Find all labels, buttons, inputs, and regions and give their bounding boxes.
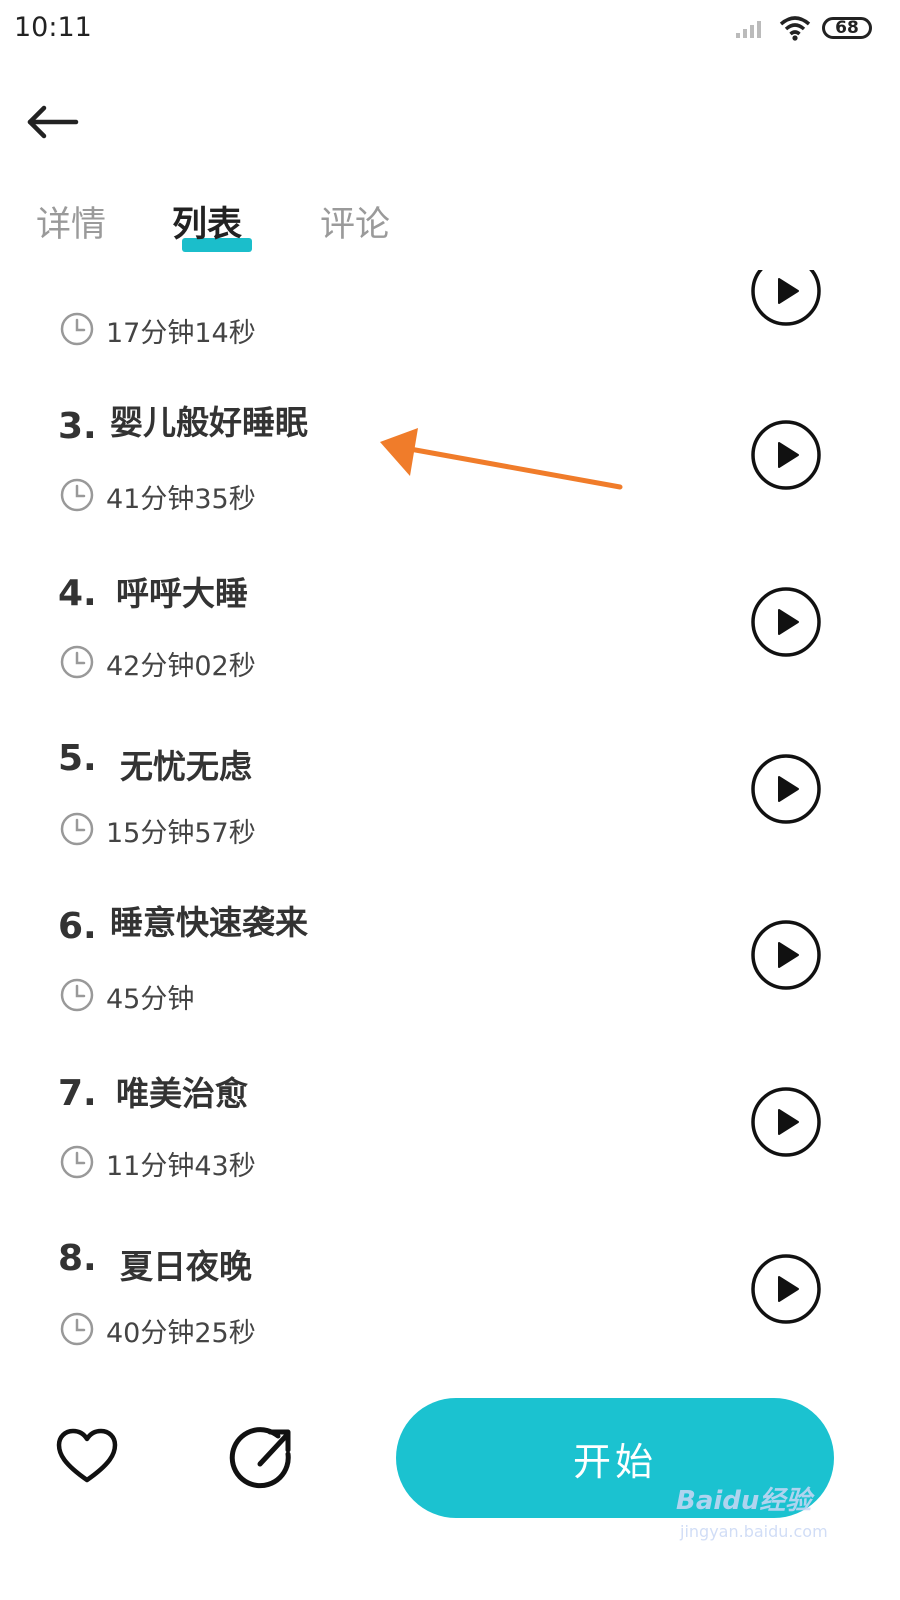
watermark-url: jingyan.baidu.com bbox=[680, 1522, 828, 1541]
track-duration: 11分钟43秒 bbox=[106, 1151, 256, 1182]
back-arrow-icon[interactable] bbox=[20, 96, 84, 152]
play-icon[interactable] bbox=[750, 270, 822, 327]
track-duration: 45分钟 bbox=[106, 984, 195, 1015]
status-icons: 68 bbox=[734, 14, 872, 42]
track-number: 7. bbox=[58, 1073, 97, 1114]
list-item[interactable]: 4. 呼呼大睡 42分钟02秒 bbox=[0, 561, 900, 727]
clock-icon bbox=[60, 645, 94, 679]
wifi-icon bbox=[779, 16, 811, 41]
track-title: 唯美治愈 bbox=[116, 1074, 248, 1113]
track-number: 6. bbox=[58, 906, 97, 947]
tab-comments[interactable]: 评论 bbox=[320, 196, 390, 247]
play-icon[interactable] bbox=[750, 753, 822, 825]
track-duration: 41分钟35秒 bbox=[106, 484, 256, 515]
status-time: 10:11 bbox=[14, 12, 92, 43]
signal-icon bbox=[736, 21, 761, 38]
track-number: 5. bbox=[58, 738, 97, 779]
track-duration: 40分钟25秒 bbox=[106, 1318, 256, 1349]
clock-icon bbox=[60, 812, 94, 846]
clock-icon bbox=[60, 978, 94, 1012]
tab-list[interactable]: 列表 bbox=[172, 196, 242, 247]
clock-icon bbox=[60, 312, 94, 346]
play-icon[interactable] bbox=[750, 419, 822, 491]
track-duration: 42分钟02秒 bbox=[106, 651, 256, 682]
watermark: Baidu经验 jingyan.baidu.com bbox=[676, 1474, 846, 1554]
play-icon[interactable] bbox=[750, 1086, 822, 1158]
track-duration: 15分钟57秒 bbox=[106, 818, 256, 849]
list-item[interactable]: 5. 无忧无虑 15分钟57秒 bbox=[0, 728, 900, 894]
clock-icon bbox=[60, 1312, 94, 1346]
share-icon[interactable] bbox=[228, 1424, 296, 1492]
list-item[interactable]: 7. 唯美治愈 11分钟43秒 bbox=[0, 1061, 900, 1227]
track-number: 3. bbox=[58, 406, 97, 447]
track-title: 睡意快速袭来 bbox=[110, 903, 308, 942]
track-title: 夏日夜晚 bbox=[120, 1247, 252, 1286]
watermark-brand: Baidu经验 bbox=[676, 1486, 812, 1516]
heart-icon[interactable] bbox=[56, 1428, 118, 1486]
track-number: 4. bbox=[58, 573, 97, 614]
track-title: 婴儿般好睡眠 bbox=[110, 403, 308, 442]
track-title: 无忧无虑 bbox=[120, 747, 252, 786]
track-number: 8. bbox=[58, 1238, 97, 1279]
list-item[interactable]: 6. 睡意快速袭来 45分钟 bbox=[0, 894, 900, 1060]
play-icon[interactable] bbox=[750, 586, 822, 658]
play-icon[interactable] bbox=[750, 1253, 822, 1325]
track-title: 呼呼大睡 bbox=[116, 574, 248, 613]
annotation-arrow-icon bbox=[380, 428, 623, 490]
tab-details[interactable]: 详情 bbox=[36, 196, 106, 247]
clock-icon bbox=[60, 1145, 94, 1179]
list-item[interactable]: 17分钟14秒 bbox=[0, 270, 900, 349]
list-item[interactable]: 8. 夏日夜晚 40分钟25秒 bbox=[0, 1228, 900, 1380]
track-duration: 17分钟14秒 bbox=[106, 318, 256, 349]
battery-icon: 68 bbox=[822, 17, 872, 39]
clock-icon bbox=[60, 478, 94, 512]
play-icon[interactable] bbox=[750, 919, 822, 991]
